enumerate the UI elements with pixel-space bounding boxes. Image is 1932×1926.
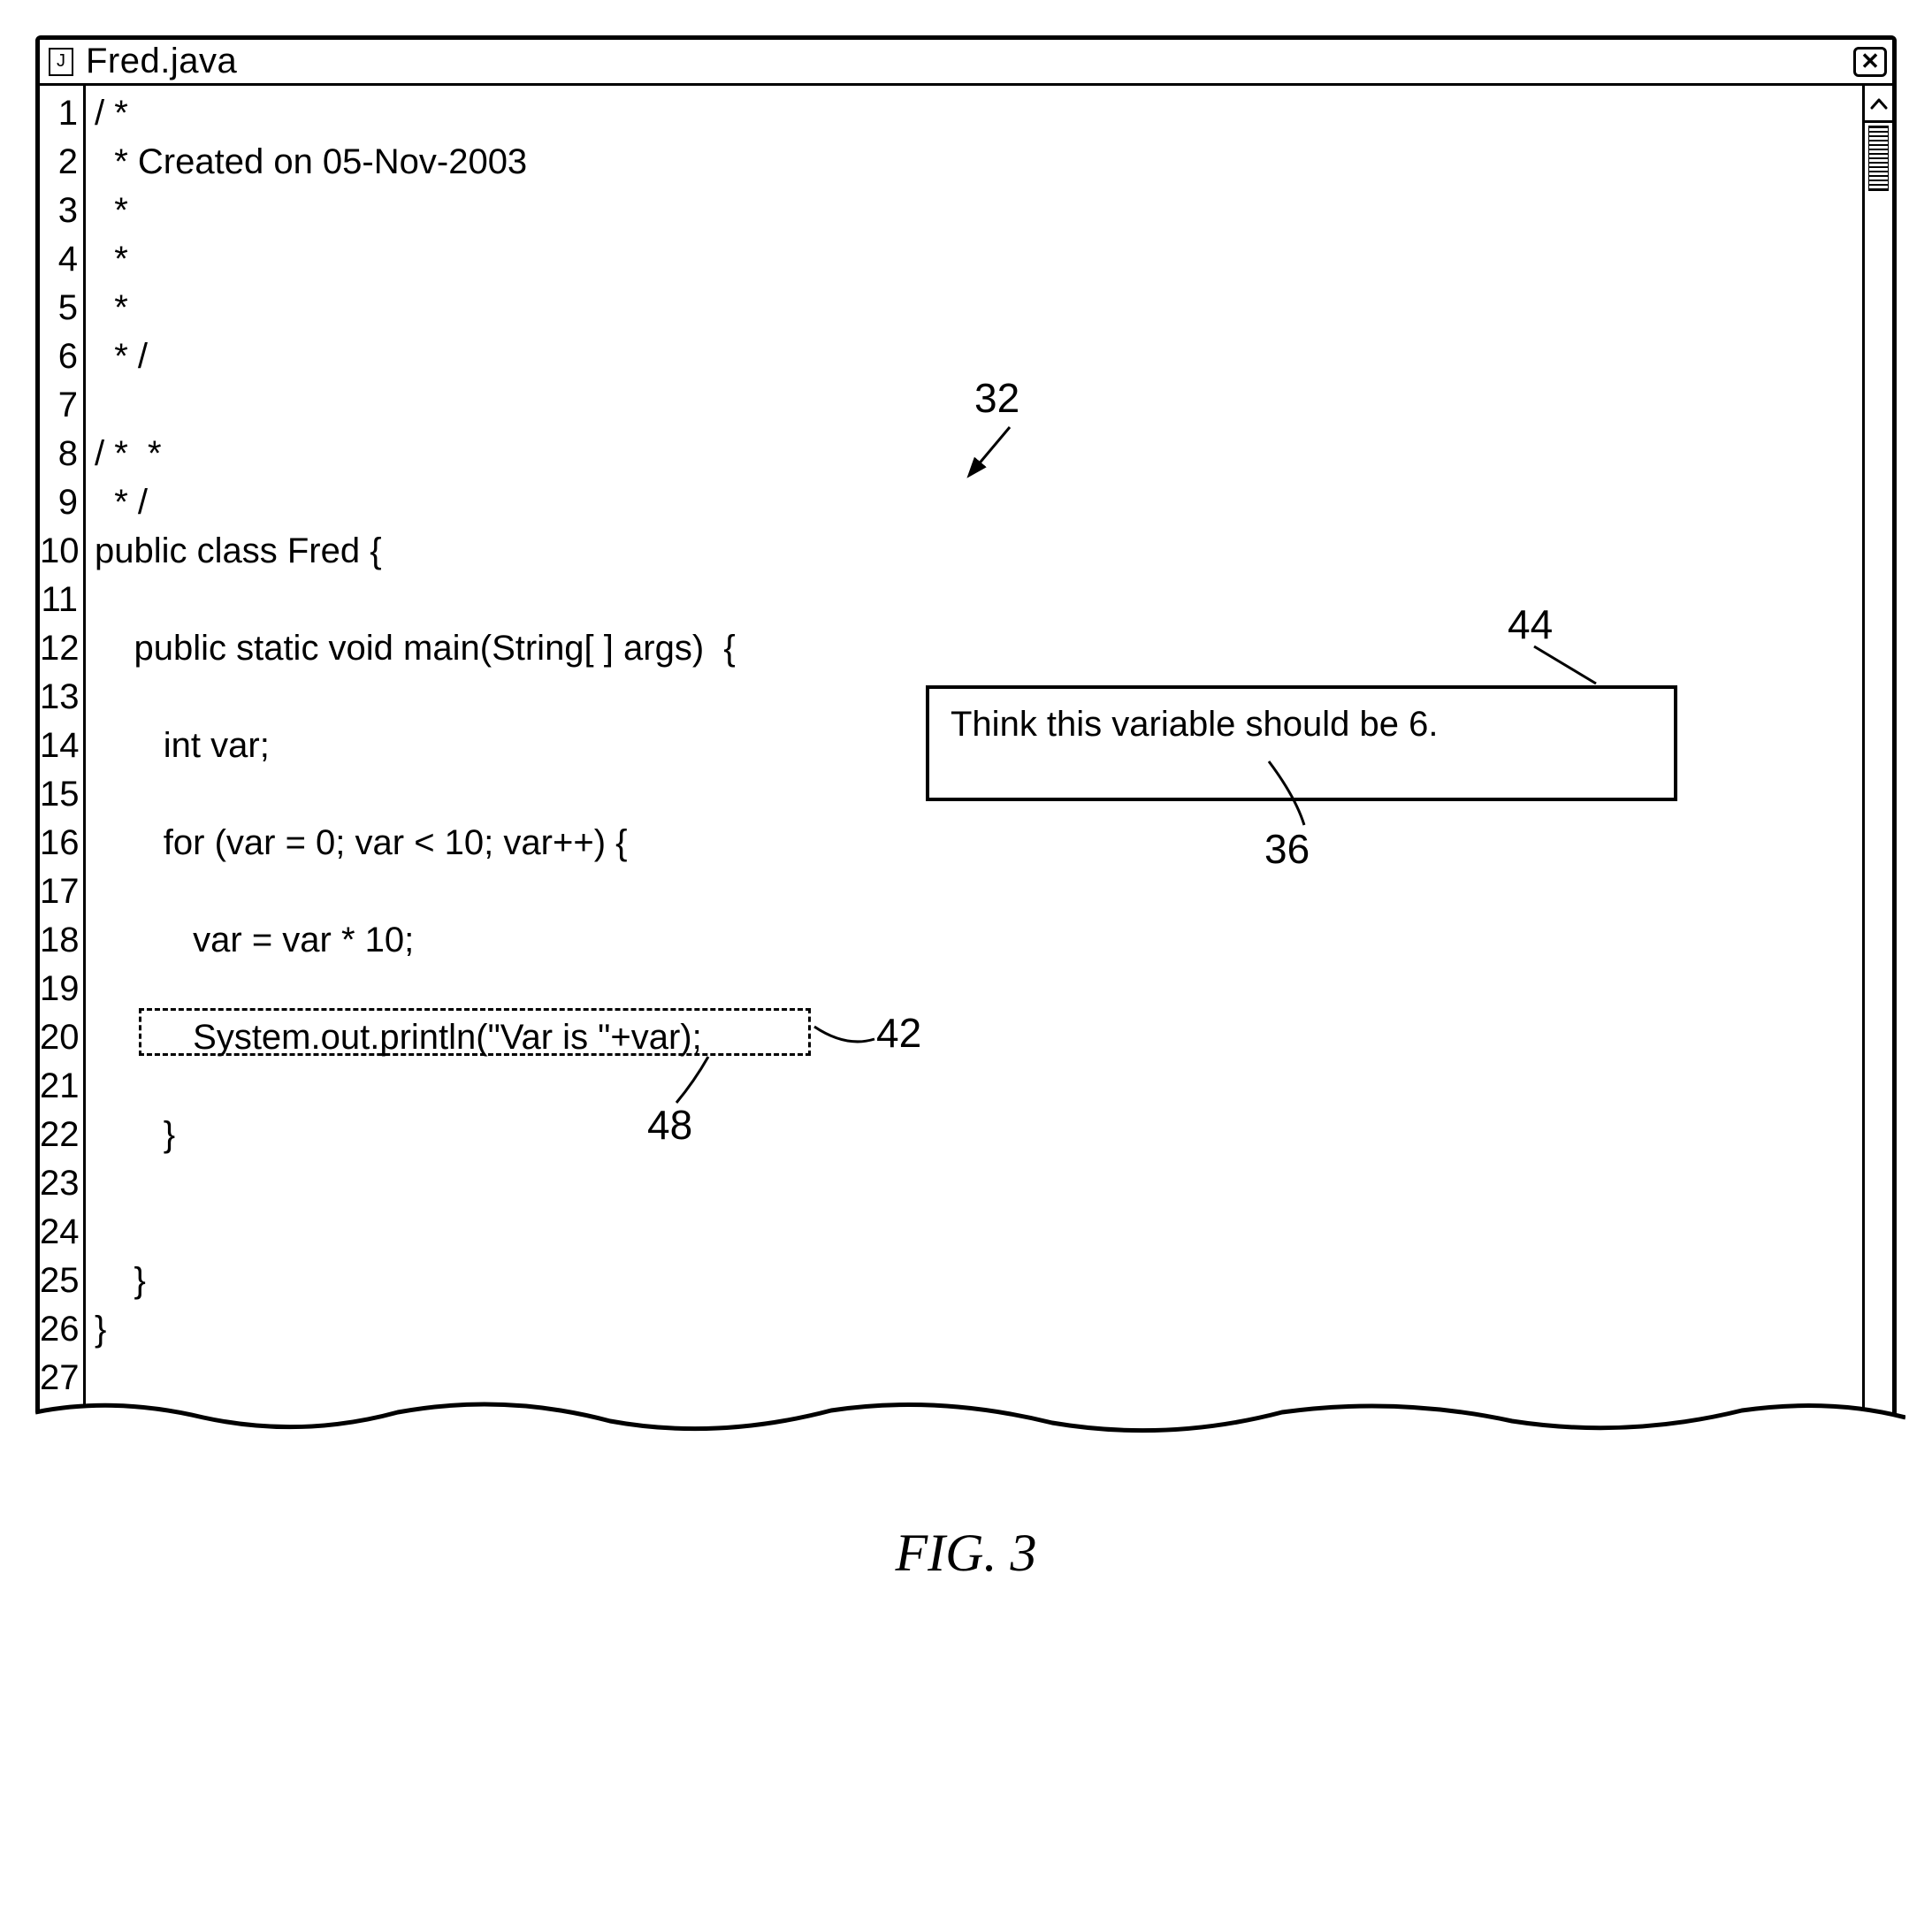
code-line: } [95, 1305, 1862, 1354]
line-number: 27 [40, 1354, 83, 1402]
line-number: 10 [40, 527, 83, 576]
code-line [95, 1354, 1862, 1402]
scroll-track[interactable] [1865, 191, 1892, 1448]
close-icon: ✕ [1860, 48, 1880, 75]
line-number: 22 [40, 1111, 83, 1159]
code-line [95, 576, 1862, 624]
close-button[interactable]: ✕ [1853, 47, 1887, 77]
vertical-scrollbar[interactable] [1862, 86, 1892, 1448]
callout-44: 44 [1508, 600, 1553, 648]
line-number: 5 [40, 284, 83, 332]
callout-32: 32 [974, 374, 1019, 422]
line-number: 18 [40, 916, 83, 965]
line-number: 23 [40, 1159, 83, 1208]
code-line: } [95, 1111, 1862, 1159]
annotation-text: Think this variable should be 6. [951, 705, 1438, 744]
line-number: 17 [40, 867, 83, 916]
line-number-gutter: 1234567891011121314151617181920212223242… [40, 86, 86, 1448]
line-number: 3 [40, 187, 83, 235]
callout-48: 48 [647, 1101, 692, 1149]
line-number: 12 [40, 624, 83, 673]
line-number: 1 [40, 89, 83, 138]
code-line: * / [95, 478, 1862, 527]
page-root: Fred.java ✕ 1234567891011121314151617181… [35, 35, 1897, 1584]
line-number: 15 [40, 770, 83, 819]
line-number: 8 [40, 430, 83, 478]
titlebar: Fred.java ✕ [40, 40, 1892, 86]
code-line: * [95, 187, 1862, 235]
code-line: public static void main(String[ ] args) … [95, 624, 1862, 673]
code-line: * [95, 235, 1862, 284]
chevron-up-icon [1870, 97, 1888, 110]
line-number: 16 [40, 819, 83, 867]
scroll-up-button[interactable] [1865, 86, 1892, 123]
code-line: * [95, 284, 1862, 332]
window-title: Fred.java [86, 42, 237, 81]
line-number: 9 [40, 478, 83, 527]
figure-caption: FIG. 3 [35, 1523, 1897, 1584]
line-number: 24 [40, 1208, 83, 1257]
line-number: 25 [40, 1257, 83, 1305]
editor-body: 1234567891011121314151617181920212223242… [40, 86, 1892, 1448]
code-line [95, 965, 1862, 1013]
line-number: 11 [40, 576, 83, 624]
line-number: 2 [40, 138, 83, 187]
code-line [95, 1062, 1862, 1111]
line-number: 14 [40, 722, 83, 770]
java-file-icon [49, 48, 73, 76]
line-number: 13 [40, 673, 83, 722]
code-line: } [95, 1257, 1862, 1305]
line-number: 19 [40, 965, 83, 1013]
line-number: 26 [40, 1305, 83, 1354]
code-line [95, 1159, 1862, 1208]
callout-36: 36 [1264, 825, 1310, 873]
code-line: * Created on 05-Nov-2003 [95, 138, 1862, 187]
highlighted-code-selection [139, 1008, 811, 1056]
scroll-thumb[interactable] [1868, 126, 1889, 191]
line-number: 4 [40, 235, 83, 284]
line-number: 21 [40, 1062, 83, 1111]
code-line: var = var * 10; [95, 916, 1862, 965]
line-number: 20 [40, 1013, 83, 1062]
code-line: public class Fred { [95, 527, 1862, 576]
editor-window: Fred.java ✕ 1234567891011121314151617181… [35, 35, 1897, 1452]
code-line: / * [95, 89, 1862, 138]
code-line [95, 867, 1862, 916]
code-line: / * * [95, 430, 1862, 478]
annotation-popup[interactable]: Think this variable should be 6. [926, 685, 1677, 801]
callout-42: 42 [876, 1009, 921, 1057]
code-line [95, 1208, 1862, 1257]
line-number: 7 [40, 381, 83, 430]
code-line: for (var = 0; var < 10; var++) { [95, 819, 1862, 867]
line-number: 6 [40, 332, 83, 381]
code-area[interactable]: / * * Created on 05-Nov-2003 * * * * / /… [86, 86, 1862, 1448]
